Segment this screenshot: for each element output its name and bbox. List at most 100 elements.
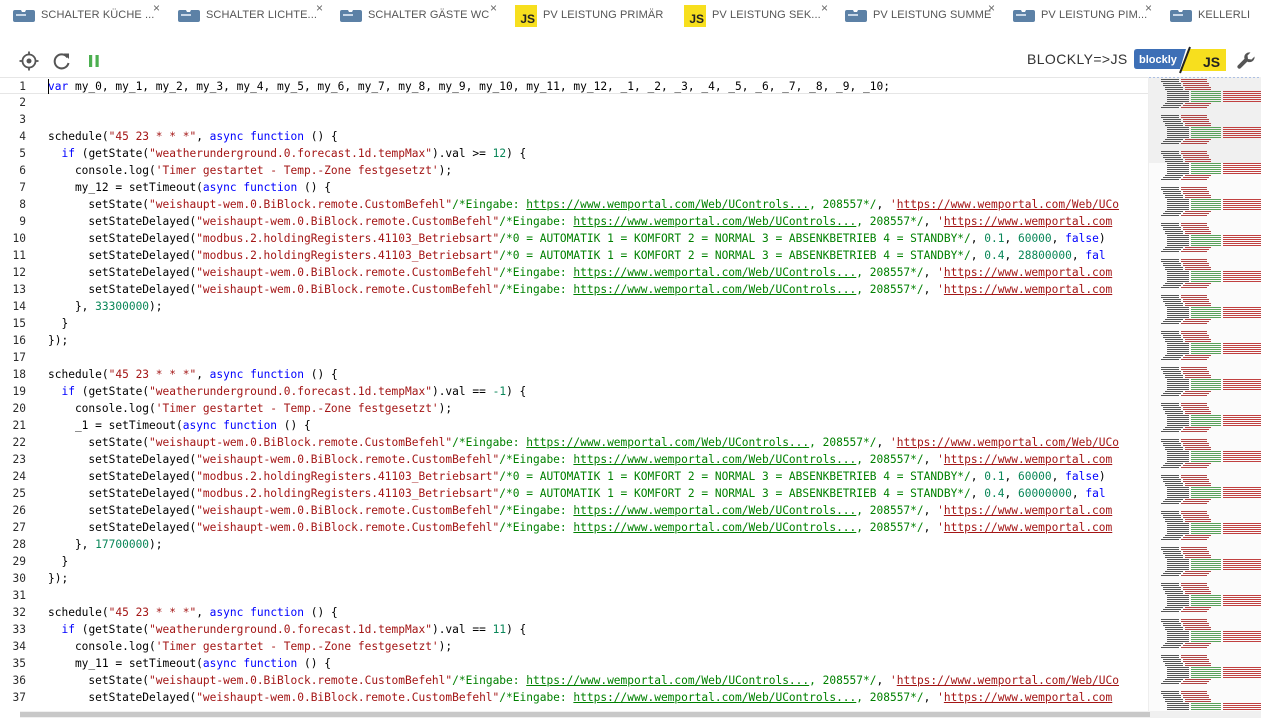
blockly-icon [178, 9, 200, 22]
line-number: 23 [12, 453, 26, 466]
line-number: 12 [12, 266, 26, 279]
line-number: 25 [12, 487, 26, 500]
line-number: 10 [12, 232, 26, 245]
text-cursor [48, 79, 49, 94]
code-line[interactable]: 21 _1 = setTimeout(async function () { [0, 417, 1148, 434]
code-line[interactable]: 23 setStateDelayed("weishaupt-wem.0.BiBl… [0, 451, 1148, 468]
code-line[interactable]: 22 setState("weishaupt-wem.0.BiBlock.rem… [0, 434, 1148, 451]
tab-close-icon[interactable]: × [153, 1, 160, 15]
scrollbar-thumb[interactable] [20, 712, 1150, 717]
code-text: setStateDelayed("weishaupt-wem.0.BiBlock… [48, 266, 1113, 279]
code-line[interactable]: 30}); [0, 570, 1148, 587]
code-line[interactable]: 36 setState("weishaupt-wem.0.BiBlock.rem… [0, 672, 1148, 689]
line-number: 1 [19, 80, 26, 93]
code-text: }, 17700000); [48, 538, 163, 551]
code-line[interactable]: 35 my_11 = setTimeout(async function () … [0, 655, 1148, 672]
target-icon[interactable] [18, 50, 40, 72]
code-line[interactable]: 5 if (getState("weatherunderground.0.for… [0, 145, 1148, 162]
code-line[interactable]: 24 setStateDelayed("modbus.2.holdingRegi… [0, 468, 1148, 485]
line-number: 34 [12, 640, 26, 653]
code-text: setStateDelayed("modbus.2.holdingRegiste… [48, 249, 1106, 262]
code-text: }); [48, 572, 69, 585]
code-text: _1 = setTimeout(async function () { [48, 419, 311, 432]
line-number: 15 [12, 317, 26, 330]
code-text: console.log('Timer gestartet - Temp.-Zon… [48, 640, 453, 653]
tab-close-icon[interactable]: × [1145, 1, 1152, 15]
horizontal-scrollbar[interactable] [20, 711, 1261, 718]
line-number: 9 [19, 215, 26, 228]
tab-schalter-lichte[interactable]: SCHALTER LICHTE... [178, 0, 317, 29]
code-line[interactable]: 14 }, 33300000); [0, 298, 1148, 315]
code-line[interactable]: 19 if (getState("weatherunderground.0.fo… [0, 383, 1148, 400]
code-minimap[interactable] [1148, 77, 1261, 711]
tab-close-icon[interactable]: × [490, 1, 497, 15]
line-number: 28 [12, 538, 26, 551]
code-line[interactable]: 1 var my_0, my_1, my_2, my_3, my_4, my_5,… [0, 77, 1148, 94]
code-text: schedule("45 23 * * *", async function (… [48, 130, 338, 143]
code-text: if (getState("weatherunderground.0.forec… [61, 623, 527, 636]
code-line[interactable]: 13 setStateDelayed("weishaupt-wem.0.BiBl… [0, 281, 1148, 298]
code-line[interactable]: 33 if (getState("weatherunderground.0.fo… [0, 621, 1148, 638]
code-editor[interactable]: 1 var my_0, my_1, my_2, my_3, my_4, my_5,… [0, 77, 1148, 711]
code-line[interactable]: 34 console.log('Timer gestartet - Temp.-… [0, 638, 1148, 655]
code-text: setState("weishaupt-wem.0.BiBlock.remote… [48, 436, 1120, 449]
code-line[interactable]: 10 setStateDelayed("modbus.2.holdingRegi… [0, 230, 1148, 247]
code-line[interactable]: 32 schedule("45 23 * * *", async function… [0, 604, 1148, 621]
code-text: } [48, 317, 69, 330]
code-line[interactable]: 3 [0, 111, 1148, 128]
tab-pv-leistung-summe[interactable]: PV LEISTUNG SUMME [845, 0, 991, 29]
code-line[interactable]: 31 [0, 587, 1148, 604]
tab-pv-leistung-sek[interactable]: JS PV LEISTUNG SEK... [684, 0, 821, 29]
code-line[interactable]: 29 } [0, 553, 1148, 570]
tab-close-icon[interactable]: × [316, 1, 323, 15]
tab-kellerli[interactable]: KELLERLI [1170, 0, 1250, 29]
code-line[interactable]: 25 setStateDelayed("modbus.2.holdingRegi… [0, 485, 1148, 502]
code-line[interactable]: 6 console.log('Timer gestartet - Temp.-Z… [0, 162, 1148, 179]
code-text: setState("weishaupt-wem.0.BiBlock.remote… [48, 198, 1120, 211]
code-line[interactable]: 11 setStateDelayed("modbus.2.holdingRegi… [0, 247, 1148, 264]
blockly-icon [13, 9, 35, 22]
code-line[interactable]: 26 setStateDelayed("weishaupt-wem.0.BiBl… [0, 502, 1148, 519]
tab-label: SCHALTER LICHTE... [206, 8, 318, 21]
tab-pv-leistung-pim[interactable]: PV LEISTUNG PIM... [1013, 0, 1147, 29]
code-text: setStateDelayed("weishaupt-wem.0.BiBlock… [48, 691, 1113, 704]
code-line[interactable]: 9 setStateDelayed("weishaupt-wem.0.BiBlo… [0, 213, 1148, 230]
tab-close-icon[interactable]: × [821, 1, 828, 15]
code-line[interactable]: 20 console.log('Timer gestartet - Temp.-… [0, 400, 1148, 417]
script-tab-bar: SCHALTER KÜCHE ... × SCHALTER LICHTE... × SC… [0, 0, 1261, 30]
code-line[interactable]: 15 } [0, 315, 1148, 332]
line-number: 14 [12, 300, 26, 313]
tab-schalter-küche[interactable]: SCHALTER KÜCHE ... [13, 0, 154, 29]
wrench-icon[interactable] [1235, 50, 1257, 72]
code-line[interactable]: 17 [0, 349, 1148, 366]
code-line[interactable]: 2 [0, 94, 1148, 111]
tab-close-icon[interactable]: × [988, 1, 995, 15]
line-number: 33 [12, 623, 26, 636]
line-number: 27 [12, 521, 26, 534]
code-line[interactable]: 4 schedule("45 23 * * *", async function … [0, 128, 1148, 145]
code-text: if (getState("weatherunderground.0.forec… [61, 385, 527, 398]
reload-icon[interactable] [51, 50, 73, 72]
code-line[interactable]: 12 setStateDelayed("weishaupt-wem.0.BiBl… [0, 264, 1148, 281]
tab-pv-leistung-primär[interactable]: JS PV LEISTUNG PRIMÄR [515, 0, 663, 29]
line-number: 11 [12, 249, 26, 262]
code-line[interactable]: 7 my_12 = setTimeout(async function () { [0, 179, 1148, 196]
blockly-icon [1170, 9, 1192, 22]
line-number: 22 [12, 436, 26, 449]
tab-schalter-gäste-wc[interactable]: SCHALTER GÄSTE WC [340, 0, 489, 29]
code-line[interactable]: 18 schedule("45 23 * * *", async function… [0, 366, 1148, 383]
pause-icon[interactable] [83, 50, 105, 72]
code-line[interactable]: 8 setState("weishaupt-wem.0.BiBlock.remo… [0, 196, 1148, 213]
js-icon: JS [684, 4, 706, 27]
code-line[interactable]: 37 setStateDelayed("weishaupt-wem.0.BiBl… [0, 689, 1148, 706]
code-text: setStateDelayed("weishaupt-wem.0.BiBlock… [48, 521, 1113, 534]
line-number: 31 [12, 589, 26, 602]
line-number: 36 [12, 674, 26, 687]
line-number: 37 [12, 691, 26, 704]
logo-js-text: JS [1203, 54, 1220, 70]
code-line[interactable]: 16}); [0, 332, 1148, 349]
blockly-js-logo[interactable]: blockly JS [1134, 46, 1226, 74]
line-number: 30 [12, 572, 26, 585]
code-line[interactable]: 27 setStateDelayed("weishaupt-wem.0.BiBl… [0, 519, 1148, 536]
code-line[interactable]: 28 }, 17700000); [0, 536, 1148, 553]
